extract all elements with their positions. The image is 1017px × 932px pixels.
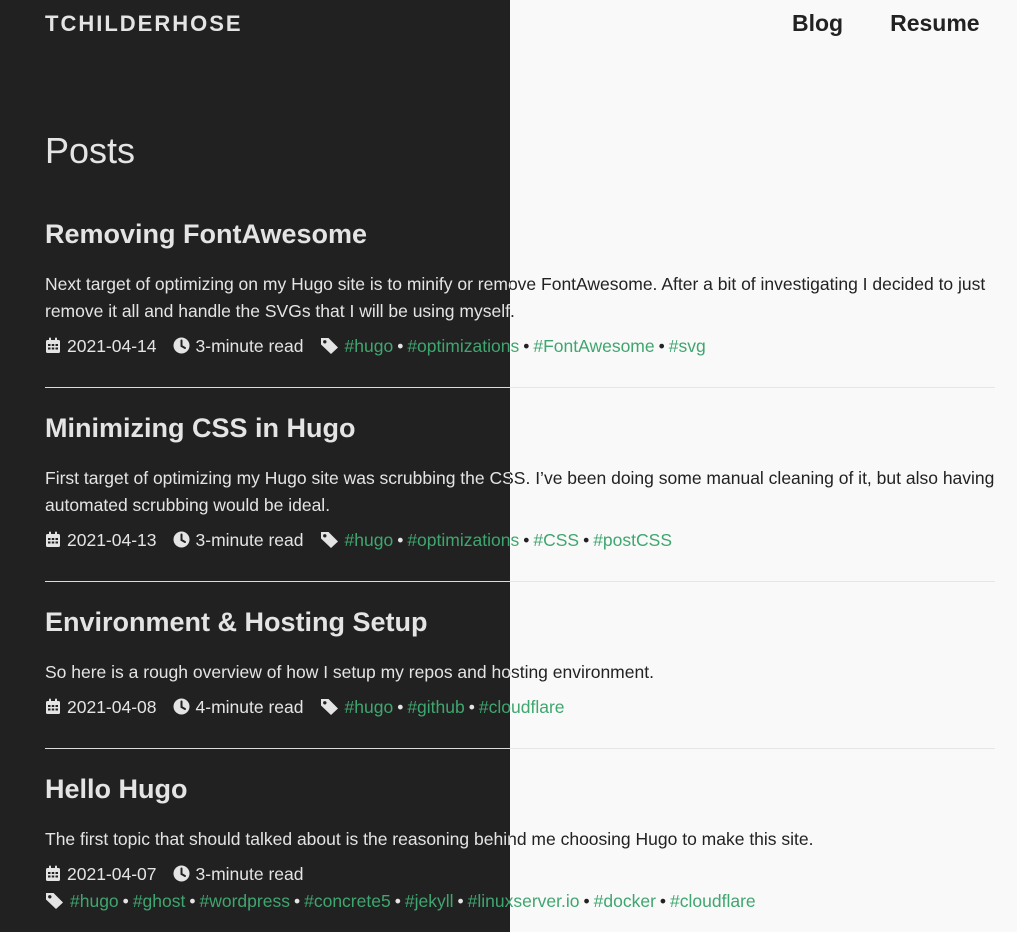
post-date: 2021-04-07: [67, 864, 157, 884]
tag-separator: •: [523, 336, 530, 356]
tag-separator: •: [659, 891, 667, 911]
post-tag-link[interactable]: #concrete5: [304, 891, 391, 911]
post-meta: 2021-04-07 3-minute read: [45, 863, 304, 887]
calendar-icon: [45, 698, 61, 720]
site-title[interactable]: TCHILDERHOSE: [45, 11, 243, 37]
post-tag-link[interactable]: #postCSS: [593, 530, 672, 550]
tag-separator: •: [397, 697, 404, 717]
tag-icon: [45, 892, 64, 914]
post-read-time: 4-minute read: [195, 697, 304, 717]
tag-separator: •: [293, 891, 301, 911]
clock-icon: [173, 698, 190, 720]
post-date: 2021-04-13: [67, 530, 157, 550]
post-tag-link[interactable]: #hugo: [345, 697, 394, 717]
post-tag-link[interactable]: #docker: [594, 891, 656, 911]
post-tag-link[interactable]: #hugo: [345, 336, 394, 356]
post-date: 2021-04-08: [67, 697, 157, 717]
tag-separator: •: [397, 336, 404, 356]
tag-separator: •: [523, 530, 530, 550]
tag-icon: [320, 531, 339, 553]
post-read-time: 3-minute read: [195, 530, 304, 550]
tag-separator: •: [658, 336, 665, 356]
post-tag-link[interactable]: #github: [407, 697, 464, 717]
tag-separator: •: [468, 697, 475, 717]
post-tag-link[interactable]: #optimizations: [407, 336, 510, 356]
post-tag-link[interactable]: #FontAwesome: [533, 336, 654, 356]
tag-separator: •: [122, 891, 129, 911]
clock-icon: [173, 337, 190, 359]
tag-separator: •: [583, 891, 590, 911]
calendar-icon: [45, 865, 61, 887]
page-title: Posts: [45, 130, 136, 171]
post-meta: 2021-04-084-minute read#hugo•#github•#cl…: [45, 696, 510, 720]
post-date: 2021-04-14: [67, 336, 157, 356]
nav-blog-link[interactable]: Blog: [792, 10, 843, 37]
tag-separator: •: [457, 891, 464, 911]
post-tag-link[interactable]: #hugo: [70, 891, 119, 911]
nav-resume-link[interactable]: Resume: [890, 10, 979, 37]
post-tag-link[interactable]: #CSS: [533, 530, 579, 550]
tag-separator: •: [394, 891, 401, 911]
clock-icon: [173, 865, 190, 887]
post-read-time: 3-minute read: [195, 336, 304, 356]
clock-icon: [173, 531, 190, 553]
post-tag-link[interactable]: #optimizations: [407, 530, 510, 550]
tag-icon: [320, 337, 339, 359]
post-tag-link[interactable]: #wordpress: [200, 891, 290, 911]
post-tag-link[interactable]: #jekyll: [405, 891, 454, 911]
post-tag-link[interactable]: #svg: [669, 336, 706, 356]
post-tag-link[interactable]: #hugo: [345, 530, 394, 550]
tag-separator: •: [397, 530, 404, 550]
tag-separator: •: [189, 891, 196, 911]
calendar-icon: [45, 531, 61, 553]
tag-separator: •: [583, 530, 590, 550]
post-read-time: 3-minute read: [195, 864, 304, 884]
post-tag-link[interactable]: #cloudflare: [670, 891, 756, 911]
main-nav: Blog Resume: [792, 10, 980, 37]
tag-icon: [320, 698, 339, 720]
calendar-icon: [45, 337, 61, 359]
post-tag-link[interactable]: #ghost: [133, 891, 186, 911]
